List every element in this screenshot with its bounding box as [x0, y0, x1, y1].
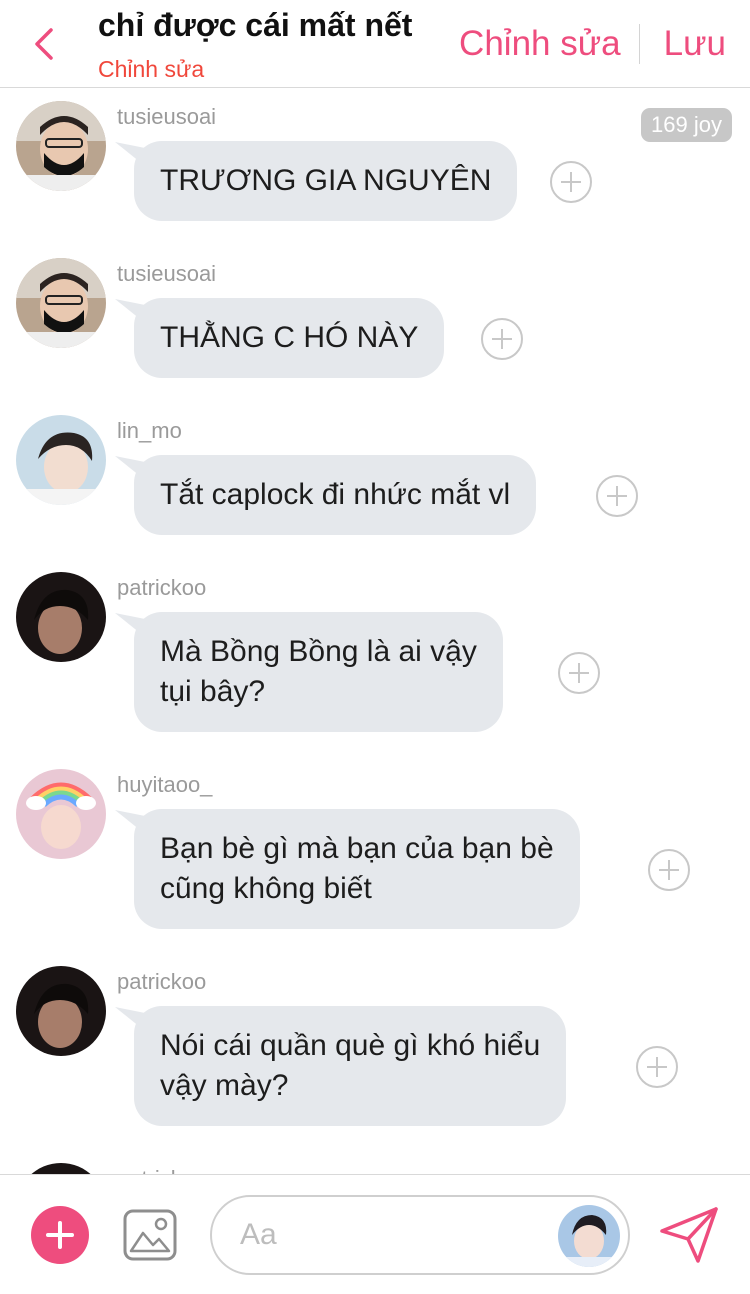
user-avatar-icon[interactable] — [16, 769, 106, 859]
message-bubble[interactable]: Tắt caplock đi nhức mắt vl — [134, 455, 537, 535]
add-reaction-button[interactable] — [648, 849, 690, 891]
message-username[interactable]: tusieusoai — [117, 104, 216, 130]
user-avatar-icon[interactable] — [16, 415, 106, 505]
add-reaction-button[interactable] — [481, 318, 523, 360]
message-bubble[interactable]: Bạn bè gì mà bạn của bạn bè cũng không b… — [134, 809, 580, 929]
message-line: tụi bây? — [160, 675, 266, 708]
message-line: cũng không biết — [160, 872, 372, 905]
message-line: Nói cái quần què gì khó hiểu — [160, 1029, 541, 1062]
message-line: vậy mày? — [160, 1069, 289, 1102]
message-bubble[interactable]: THẰNG C HÓ NÀY — [134, 298, 445, 378]
user-avatar-icon[interactable] — [16, 1163, 106, 1174]
add-reaction-button[interactable] — [550, 161, 592, 203]
user-avatar-icon[interactable] — [16, 572, 106, 662]
add-reaction-button[interactable] — [636, 1046, 678, 1088]
message-input-box[interactable] — [210, 1195, 630, 1275]
page-title: chỉ được cái mất nết — [98, 7, 413, 43]
back-button[interactable] — [24, 22, 64, 66]
message-bubble[interactable]: Mà Bồng Bồng là ai vậy tụi bây? — [134, 612, 503, 732]
message-username[interactable]: patrickoo — [117, 575, 206, 601]
message-bubble[interactable]: Nói cái quần què gì khó hiểu vậy mày? — [134, 1006, 567, 1126]
message-line: THẰNG C HÓ NÀY — [160, 321, 419, 354]
send-icon[interactable] — [658, 1205, 720, 1265]
message-list[interactable]: 169 joy tusieusoai TRƯƠNG GIA NGUYÊN tus… — [0, 88, 750, 1174]
message-username[interactable]: patrickoo — [117, 1166, 206, 1174]
user-avatar-icon[interactable] — [16, 101, 106, 191]
message-username[interactable]: lin_mo — [117, 418, 182, 444]
message-username[interactable]: tusieusoai — [117, 261, 216, 287]
add-reaction-button[interactable] — [558, 652, 600, 694]
header-actions: Chỉnh sửa Lưu — [459, 24, 726, 64]
edit-subtitle-link[interactable]: Chỉnh sửa — [98, 56, 412, 82]
title-block: chỉ được cái mất nết Chỉnh sửa — [98, 6, 412, 82]
my-avatar-icon[interactable] — [558, 1205, 620, 1267]
header-bar: chỉ được cái mất nết Chỉnh sửa Chỉnh sửa… — [0, 0, 750, 88]
user-avatar-icon[interactable] — [16, 258, 106, 348]
composer-bar — [0, 1174, 750, 1294]
message-bubble[interactable]: TRƯƠNG GIA NGUYÊN — [134, 141, 518, 221]
chevron-left-icon — [35, 28, 53, 60]
header-divider — [638, 24, 640, 64]
message-line: Bạn bè gì mà bạn của bạn bè — [160, 832, 554, 865]
plus-icon[interactable] — [31, 1206, 89, 1264]
edit-button[interactable]: Chỉnh sửa — [459, 24, 621, 64]
image-icon[interactable] — [123, 1209, 177, 1261]
message-input[interactable] — [240, 1215, 540, 1255]
user-avatar-icon[interactable] — [16, 966, 106, 1056]
message-username[interactable]: huyitaoo_ — [117, 772, 212, 798]
message-username[interactable]: patrickoo — [117, 969, 206, 995]
message-line: TRƯƠNG GIA NGUYÊN — [160, 164, 492, 197]
add-reaction-button[interactable] — [596, 475, 638, 517]
save-button[interactable]: Lưu — [664, 24, 726, 64]
message-line: Tắt caplock đi nhức mắt vl — [160, 478, 511, 511]
message-line: Mà Bồng Bồng là ai vậy — [160, 635, 477, 668]
joy-badge: 169 joy — [641, 108, 732, 142]
chat-screen: chỉ được cái mất nết Chỉnh sửa Chỉnh sửa… — [0, 0, 750, 1294]
